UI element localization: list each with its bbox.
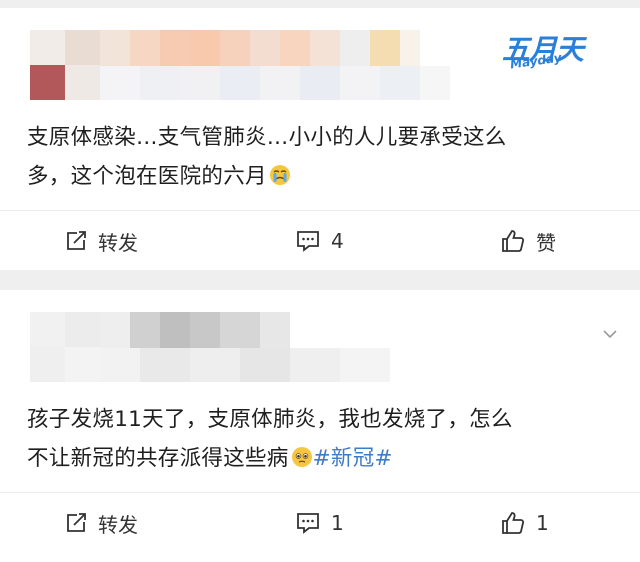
repost-icon [67, 513, 86, 532]
weibo-feed: 五月天 Mayday 支原体感染…支气管肺炎…小小的人儿要承受这么 多，这个泡在… [0, 0, 640, 562]
username[interactable] [100, 30, 420, 66]
comment-icon [297, 231, 319, 252]
post-card[interactable]: 孩子发烧11天了，支原体肺炎，我也发烧了，怎么 不让新冠的共存派得这些病 #新冠… [0, 290, 640, 562]
chevron-down-icon[interactable] [602, 326, 618, 342]
post-header [0, 290, 640, 390]
username[interactable] [100, 312, 290, 348]
mayday-logo: 五月天 Mayday [502, 33, 584, 72]
thumbs-up-icon [502, 230, 525, 252]
repost-icon [67, 231, 86, 250]
repost-button[interactable]: 转发 [64, 493, 138, 553]
post-header: 五月天 Mayday [0, 8, 640, 108]
post-card[interactable]: 五月天 Mayday 支原体感染…支气管肺炎…小小的人儿要承受这么 多，这个泡在… [0, 8, 640, 270]
action-bar: 转发 4 赞 [0, 211, 640, 271]
post-meta [100, 348, 390, 382]
repost-button[interactable]: 转发 [64, 211, 138, 271]
thumbs-up-icon [502, 512, 525, 534]
comment-button[interactable]: 4 [295, 211, 344, 271]
action-bar: 转发 1 1 [0, 493, 640, 553]
hashtag-link[interactable]: #新冠# [313, 446, 393, 471]
avatar[interactable] [30, 312, 100, 382]
comment-button[interactable]: 1 [295, 493, 344, 553]
crying-face-emoji [269, 165, 290, 185]
like-button[interactable]: 赞 [500, 211, 556, 271]
avatar[interactable] [30, 30, 100, 100]
post-text: 支原体感染…支气管肺炎…小小的人儿要承受这么 多，这个泡在医院的六月 [27, 125, 507, 189]
post-text: 孩子发烧11天了，支原体肺炎，我也发烧了，怎么 不让新冠的共存派得这些病 #新冠… [27, 407, 513, 471]
like-button[interactable]: 1 [500, 493, 549, 553]
post-meta [100, 66, 450, 100]
comment-icon [297, 513, 319, 534]
pleading-face-emoji [291, 447, 312, 467]
